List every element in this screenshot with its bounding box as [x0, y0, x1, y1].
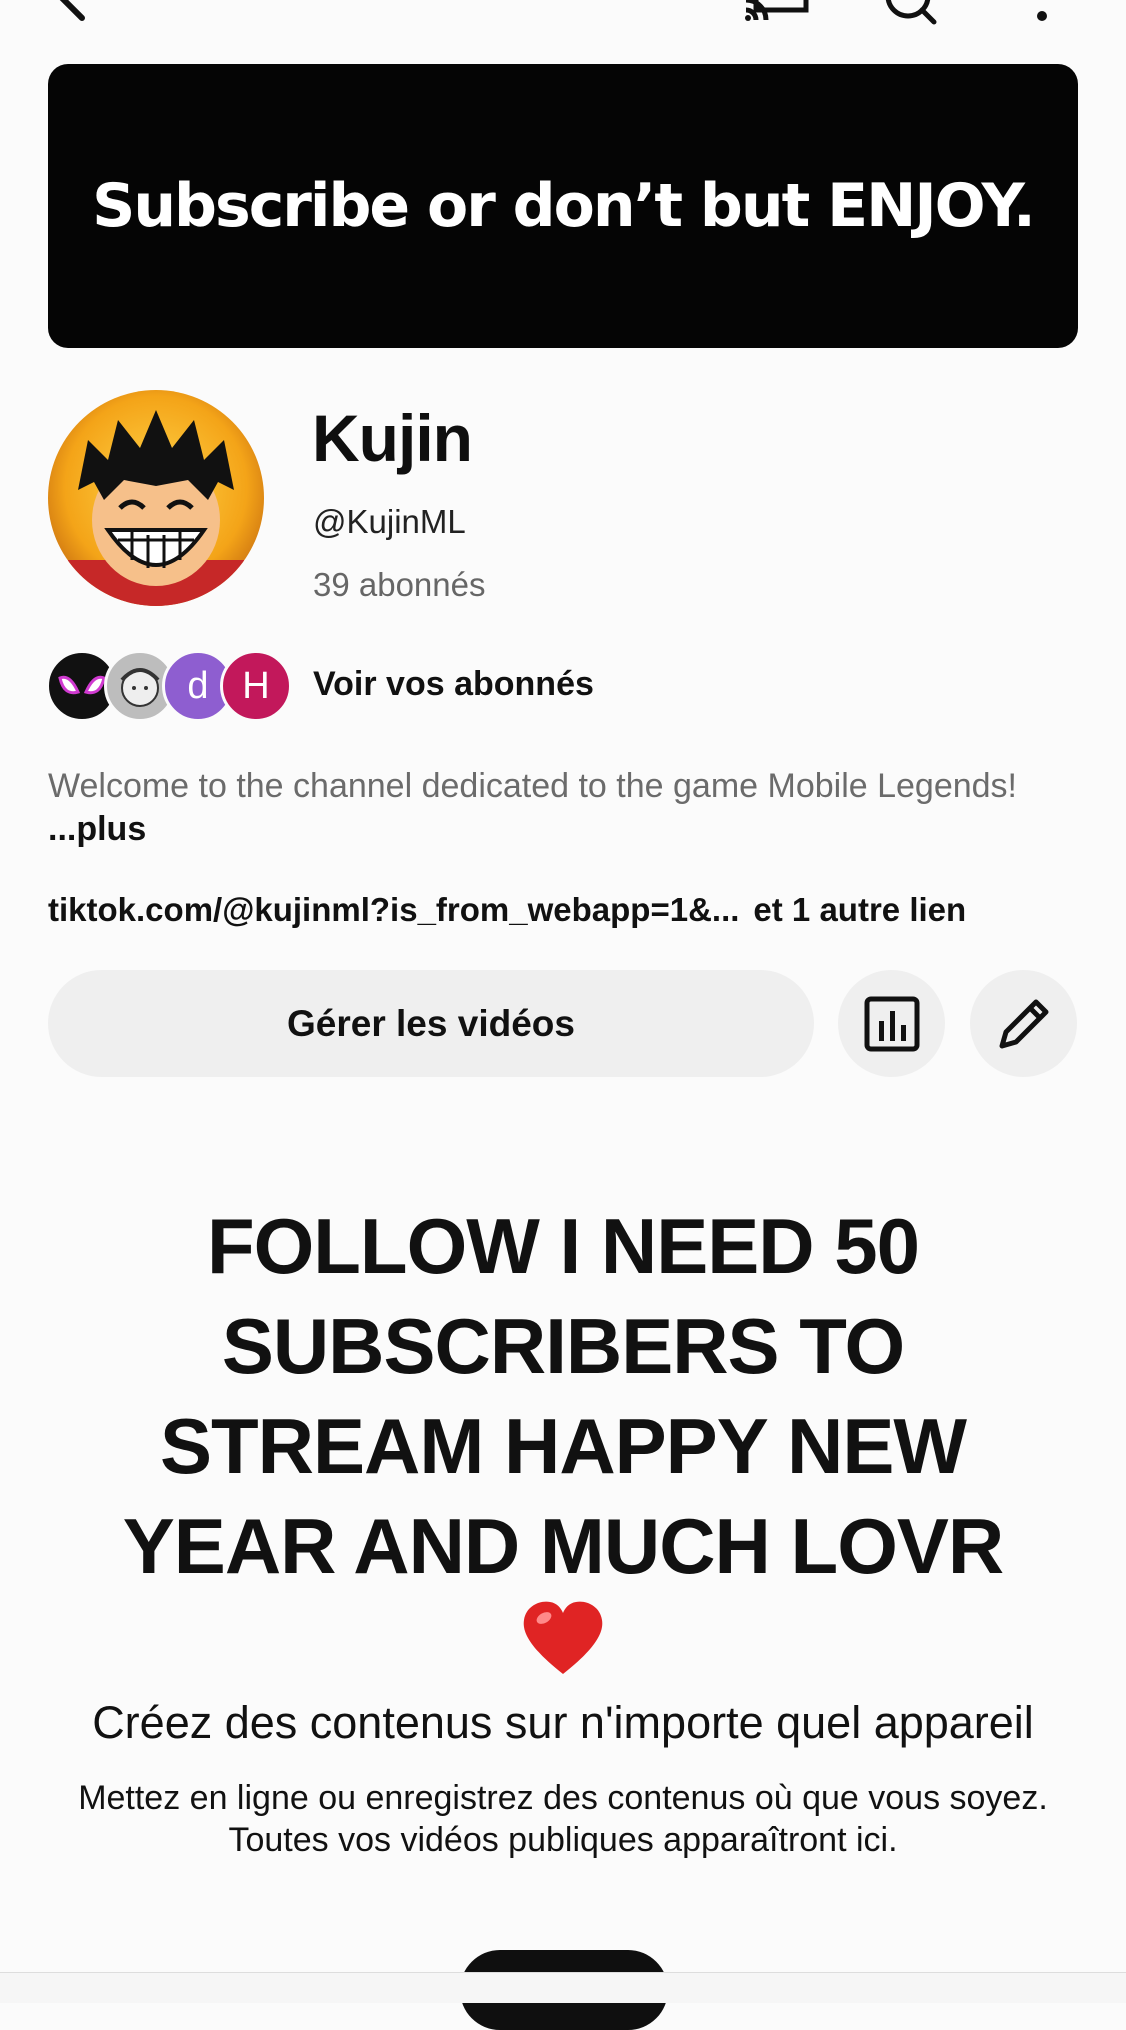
follower-avatars[interactable]: d H — [46, 650, 292, 726]
follower-initial: H — [242, 664, 270, 707]
more-vert-icon[interactable] — [1032, 0, 1052, 30]
follower-avatar: H — [220, 650, 292, 722]
sketch-face-icon — [120, 668, 160, 707]
empty-state-title: Créez des contenus sur n'importe quel ap… — [92, 1697, 1034, 1748]
headline-line: SUBSCRIBERS TO — [221, 1302, 905, 1390]
pencil-icon — [999, 999, 1048, 1048]
headline-line: FOLLOW I NEED 50 — [206, 1202, 920, 1290]
primary-link[interactable]: tiktok.com/@kujinml?is_from_webapp=1&... — [48, 891, 739, 928]
channel-banner: Subscribe or don’t but ENJOY. — [48, 64, 1078, 348]
heart-icon — [523, 1601, 603, 1674]
empty-state-body: Mettez en ligne ou enregistrez des conte… — [60, 1777, 1066, 1861]
headline-line: STREAM HAPPY NEW — [160, 1402, 967, 1490]
channel-links[interactable]: tiktok.com/@kujinml?is_from_webapp=1&...… — [48, 891, 966, 929]
channel-handle: @KujinML — [313, 503, 466, 540]
follower-initial: d — [187, 664, 209, 707]
headline-line: YEAR AND MUCH LOVR — [122, 1502, 1004, 1590]
edit-channel-button[interactable] — [970, 970, 1077, 1077]
manage-videos-button[interactable]: Gérer les vidéos — [48, 970, 814, 1077]
spider-mask-icon — [58, 675, 106, 695]
empty-state-line: Mettez en ligne ou enregistrez des conte… — [78, 1779, 1048, 1817]
channel-avatar[interactable] — [48, 390, 264, 606]
more-links[interactable]: et 1 autre lien — [753, 891, 966, 928]
channel-description[interactable]: Welcome to the channel dedicated to the … — [48, 765, 1068, 851]
description-text: Welcome to the channel dedicated to the … — [48, 767, 1017, 805]
cast-icon[interactable] — [742, 0, 812, 30]
headline: FOLLOW I NEED 50 SUBSCRIBERS TO STREAM H… — [60, 1196, 1066, 1596]
top-app-bar — [0, 0, 1126, 40]
description-more[interactable]: ...plus — [48, 810, 146, 848]
empty-state-line: Toutes vos vidéos publiques apparaîtront… — [228, 1821, 898, 1859]
analytics-icon — [864, 996, 919, 1051]
channel-name: Kujin — [312, 401, 473, 475]
subscriber-count: 39 abonnés — [313, 566, 486, 603]
search-icon[interactable] — [878, 0, 940, 30]
back-arrow-icon[interactable] — [48, 0, 94, 30]
manage-videos-label: Gérer les vidéos — [287, 1002, 575, 1044]
analytics-button[interactable] — [838, 970, 945, 1077]
see-subscribers-link[interactable]: Voir vos abonnés — [313, 665, 594, 704]
avatar-face-icon — [48, 390, 264, 606]
banner-text: Subscribe or don’t but ENJOY. — [92, 171, 1036, 241]
bottom-navigation-bar — [0, 1972, 1126, 2003]
